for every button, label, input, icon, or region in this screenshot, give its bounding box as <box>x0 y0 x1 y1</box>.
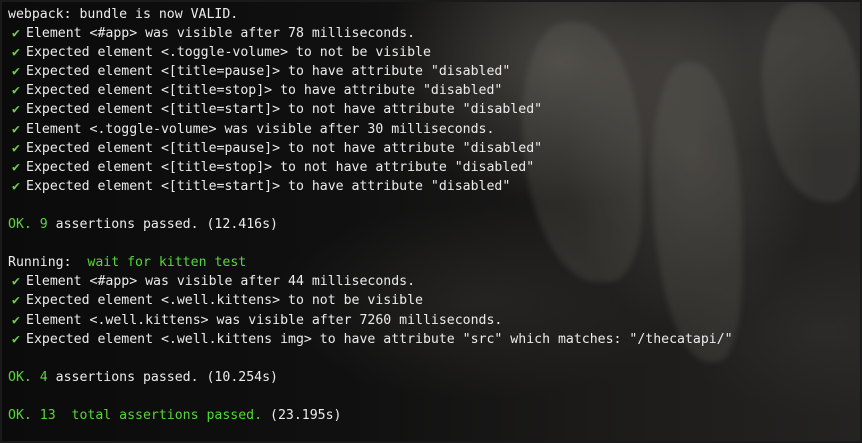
checkmark-icon: ✔ <box>12 293 20 309</box>
checkmark-icon: ✔ <box>12 274 20 290</box>
checkmark-icon: ✔ <box>12 64 20 80</box>
checkmark-icon: ✔ <box>12 45 20 61</box>
assertion-line: ✔ Expected element <[title=stop]> to not … <box>8 158 860 177</box>
assertion-line: ✔ Expected element <.well.kittens> to not… <box>8 291 860 310</box>
test-name: wait for kitten test <box>71 255 247 271</box>
running-test-line: Running: wait for kitten test <box>8 253 860 272</box>
assertion-line: ✔ Expected element <[title=pause]> to not… <box>8 139 860 158</box>
assertion-line: ✔ Expected element <.toggle-volume> to no… <box>8 43 860 62</box>
suite-summary-line: OK. 9 assertions passed. (12.416s) <box>8 217 278 233</box>
total-time: (23.195s) <box>262 407 342 423</box>
running-label: Running: <box>8 255 72 271</box>
total-summary-line: OK. 13 total assertions passed. (23.195s… <box>8 406 860 425</box>
checkmark-icon: ✔ <box>12 159 20 175</box>
total-ok: OK. 13 total assertions passed. <box>8 407 263 423</box>
webpack-status-line: webpack: bundle is now VALID. <box>8 7 239 22</box>
assertion-line: ✔ Expected element <.well.kittens img> to… <box>8 330 860 349</box>
assertion-line: ✔ Element <.toggle-volume> was visible af… <box>8 120 860 139</box>
checkmark-icon: ✔ <box>12 331 20 347</box>
checkmark-icon: ✔ <box>12 140 20 156</box>
assertion-line: ✔ Element <#app> was visible after 78 mil… <box>8 24 860 43</box>
ok-count: OK. 9 <box>8 217 48 233</box>
suite-summary-line: OK. 4 assertions passed. (10.254s) <box>8 369 278 385</box>
ok-count: OK. 4 <box>8 369 48 385</box>
assertion-line: ✔ Expected element <[title=pause]> to hav… <box>8 62 860 81</box>
checkmark-icon: ✔ <box>12 312 20 328</box>
assertion-line: ✔ Element <.well.kittens> was visible aft… <box>8 311 860 330</box>
assertion-line: ✔ Expected element <[title=start]> to not… <box>8 100 860 119</box>
assertion-line: ✔ Expected element <[title=start]> to hav… <box>8 177 860 196</box>
checkmark-icon: ✔ <box>12 102 20 118</box>
assertion-line: ✔ Expected element <[title=stop]> to have… <box>8 81 860 100</box>
assertion-line: ✔ Element <#app> was visible after 44 mil… <box>8 272 860 291</box>
checkmark-icon: ✔ <box>12 26 20 42</box>
terminal-output: webpack: bundle is now VALID. ✔ Element <… <box>2 2 860 425</box>
checkmark-icon: ✔ <box>12 83 20 99</box>
terminal-window[interactable]: webpack: bundle is now VALID. ✔ Element <… <box>0 0 862 443</box>
checkmark-icon: ✔ <box>12 178 20 194</box>
checkmark-icon: ✔ <box>12 121 20 137</box>
